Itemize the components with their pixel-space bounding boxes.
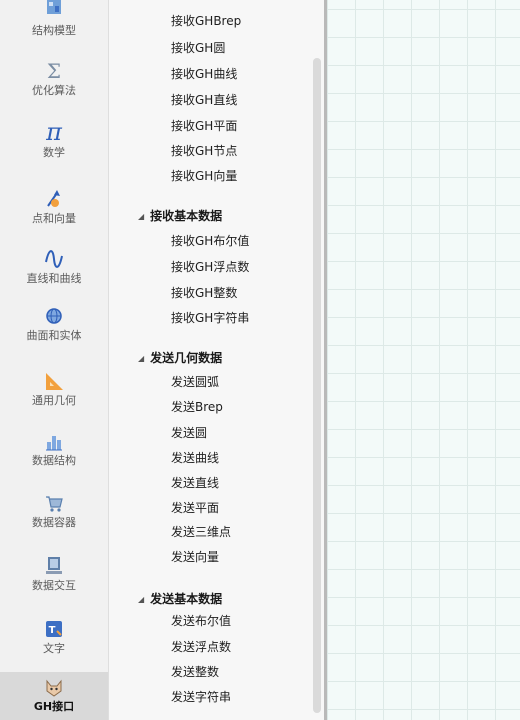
- collapse-triangle-icon[interactable]: ◢: [138, 212, 144, 221]
- list-item-receive-gh-line[interactable]: 接收GH直线: [171, 92, 237, 108]
- list-item-send-vector[interactable]: 发送向量: [171, 549, 219, 565]
- rail-item-label: 结构模型: [32, 24, 76, 37]
- collapse-triangle-icon[interactable]: ◢: [138, 595, 144, 604]
- list-item-send-circle[interactable]: 发送圆: [171, 425, 207, 441]
- group-header-label: 接收基本数据: [150, 209, 223, 223]
- sigma-icon: Σ: [0, 60, 108, 82]
- list-item-send-float[interactable]: 发送浮点数: [171, 639, 231, 655]
- rail-item-label: 点和向量: [32, 212, 76, 225]
- list-item-receive-gh-plane[interactable]: 接收GH平面: [171, 118, 237, 134]
- category-rail: 结构模型 Σ 优化算法 π 数学 点和向量 直线和曲线 曲面和实体 通用几何 数…: [0, 0, 109, 720]
- svg-text:π: π: [45, 118, 63, 144]
- list-item-receive-gh-boolean[interactable]: 接收GH布尔值: [171, 233, 249, 249]
- rail-item-lines-curves[interactable]: 直线和曲线: [0, 248, 108, 286]
- text-icon: T: [0, 618, 108, 640]
- rail-item-general-geometry[interactable]: 通用几何: [0, 370, 108, 408]
- rail-item-label: 数据容器: [32, 516, 76, 529]
- group-header-send-geometry[interactable]: ◢ 发送几何数据: [138, 350, 222, 367]
- rail-item-gh-interface[interactable]: GH接口: [0, 672, 108, 720]
- cart-icon: [0, 492, 108, 514]
- list-item-send-line[interactable]: 发送直线: [171, 475, 219, 491]
- list-item-send-brep[interactable]: 发送Brep: [171, 399, 223, 415]
- list-item-send-3d-point[interactable]: 发送三维点: [171, 524, 231, 540]
- pi-icon: π: [0, 118, 108, 144]
- group-header-send-basic[interactable]: ◢ 发送基本数据: [138, 591, 222, 608]
- ruler-triangle-icon: [0, 370, 108, 392]
- list-item-receive-gh-brep[interactable]: 接收GHBrep: [171, 13, 241, 29]
- group-header-label: 发送基本数据: [150, 592, 223, 606]
- canvas-grid[interactable]: [327, 0, 520, 720]
- data-structure-icon: [0, 430, 108, 452]
- group-header-label: 发送几何数据: [150, 351, 223, 365]
- rail-item-data-exchange[interactable]: 数据交互: [0, 555, 108, 593]
- curve-icon: [0, 248, 108, 270]
- rail-item-point-vector[interactable]: 点和向量: [0, 188, 108, 226]
- list-item-receive-gh-node[interactable]: 接收GH节点: [171, 143, 237, 159]
- component-list: 接收GHBrep 接收GH圆 接收GH曲线 接收GH直线 接收GH平面 接收GH…: [109, 0, 324, 720]
- rail-item-label: 数据结构: [32, 454, 76, 467]
- list-item-send-plane[interactable]: 发送平面: [171, 500, 219, 516]
- list-scrollbar-thumb[interactable]: [313, 58, 321, 713]
- gh-cat-icon: [0, 678, 108, 698]
- group-header-receive-basic[interactable]: ◢ 接收基本数据: [138, 208, 222, 225]
- rail-item-label: 优化算法: [32, 84, 76, 97]
- list-item-send-curve[interactable]: 发送曲线: [171, 450, 219, 466]
- rail-item-label: 直线和曲线: [26, 272, 82, 285]
- list-item-receive-gh-vector[interactable]: 接收GH向量: [171, 168, 237, 184]
- svg-text:T: T: [49, 625, 56, 636]
- list-item-receive-gh-float[interactable]: 接收GH浮点数: [171, 259, 249, 275]
- list-item-send-string[interactable]: 发送字符串: [171, 689, 231, 705]
- list-item-send-boolean[interactable]: 发送布尔值: [171, 613, 231, 629]
- surface-solid-icon: [0, 305, 108, 327]
- rail-item-math[interactable]: π 数学: [0, 118, 108, 160]
- rail-item-label: 数据交互: [32, 579, 76, 592]
- rail-item-surface-solid[interactable]: 曲面和实体: [0, 305, 108, 343]
- rail-item-data-structure[interactable]: 数据结构: [0, 430, 108, 468]
- structure-model-icon: [0, 0, 108, 22]
- rail-item-label: 数学: [43, 146, 65, 159]
- list-item-receive-gh-circle[interactable]: 接收GH圆: [171, 40, 225, 56]
- list-item-send-arc[interactable]: 发送圆弧: [171, 374, 219, 390]
- list-item-receive-gh-curve[interactable]: 接收GH曲线: [171, 66, 237, 82]
- rail-item-label: GH接口: [33, 700, 75, 713]
- rail-item-label: 曲面和实体: [26, 329, 82, 342]
- computer-icon: [0, 555, 108, 577]
- list-item-send-integer[interactable]: 发送整数: [171, 664, 219, 680]
- rail-item-text[interactable]: T 文字: [0, 618, 108, 656]
- rail-item-optimization[interactable]: Σ 优化算法: [0, 60, 108, 98]
- rail-item-label: 文字: [43, 642, 65, 655]
- svg-text:Σ: Σ: [47, 60, 61, 82]
- list-item-receive-gh-integer[interactable]: 接收GH整数: [171, 285, 237, 301]
- list-item-receive-gh-string[interactable]: 接收GH字符串: [171, 310, 249, 326]
- point-vector-icon: [0, 188, 108, 210]
- collapse-triangle-icon[interactable]: ◢: [138, 354, 144, 363]
- rail-item-structure-model[interactable]: 结构模型: [0, 0, 108, 46]
- rail-item-label: 通用几何: [32, 394, 76, 407]
- rail-item-data-container[interactable]: 数据容器: [0, 492, 108, 530]
